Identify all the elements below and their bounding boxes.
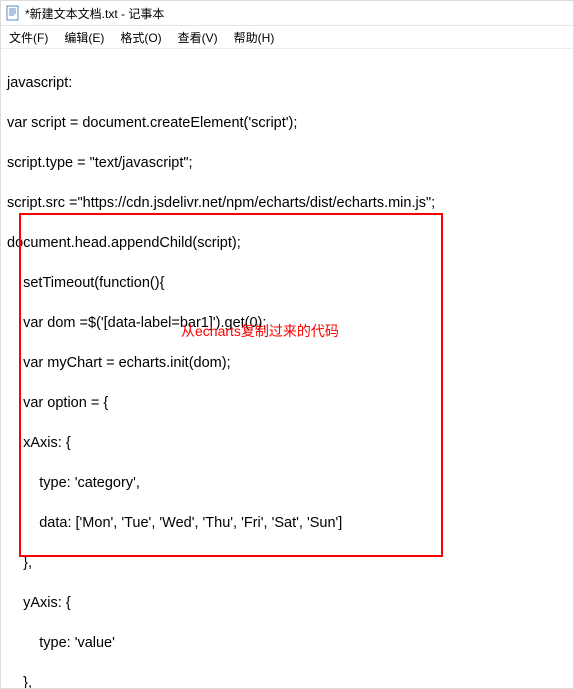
text-area[interactable]: javascript: var script = document.create… [1, 49, 573, 688]
highlight-box [19, 213, 443, 557]
code-line: data: ['Mon', 'Tue', 'Wed', 'Thu', 'Fri'… [7, 513, 567, 533]
menu-view[interactable]: 查看(V) [174, 27, 222, 48]
code-line: document.head.appendChild(script); [7, 233, 567, 253]
code-line: var script = document.createElement('scr… [7, 113, 567, 133]
menu-help[interactable]: 帮助(H) [230, 27, 279, 48]
code-line: type: 'value' [7, 633, 567, 653]
menu-file[interactable]: 文件(F) [5, 27, 52, 48]
code-line: script.type = "text/javascript"; [7, 153, 567, 173]
code-line: yAxis: { [7, 593, 567, 613]
code-line: }, [7, 673, 567, 688]
notepad-icon [5, 5, 21, 21]
code-line: var dom =$('[data-label=bar1]').get(0); [7, 313, 567, 333]
menu-edit[interactable]: 编辑(E) [60, 27, 108, 48]
menu-format[interactable]: 格式(O) [116, 27, 165, 48]
title-bar: *新建文本文档.txt - 记事本 [1, 1, 573, 26]
menu-bar: 文件(F) 编辑(E) 格式(O) 查看(V) 帮助(H) [1, 26, 573, 49]
notepad-window: *新建文本文档.txt - 记事本 文件(F) 编辑(E) 格式(O) 查看(V… [0, 0, 574, 689]
code-line: var myChart = echarts.init(dom); [7, 353, 567, 373]
code-line: var option = { [7, 393, 567, 413]
code-line: javascript: [7, 73, 567, 93]
code-line: xAxis: { [7, 433, 567, 453]
window-title: *新建文本文档.txt - 记事本 [25, 5, 164, 22]
code-line: script.src ="https://cdn.jsdelivr.net/np… [7, 193, 567, 213]
code-line: }, [7, 553, 567, 573]
code-line: type: 'category', [7, 473, 567, 493]
code-line: setTimeout(function(){ [7, 273, 567, 293]
